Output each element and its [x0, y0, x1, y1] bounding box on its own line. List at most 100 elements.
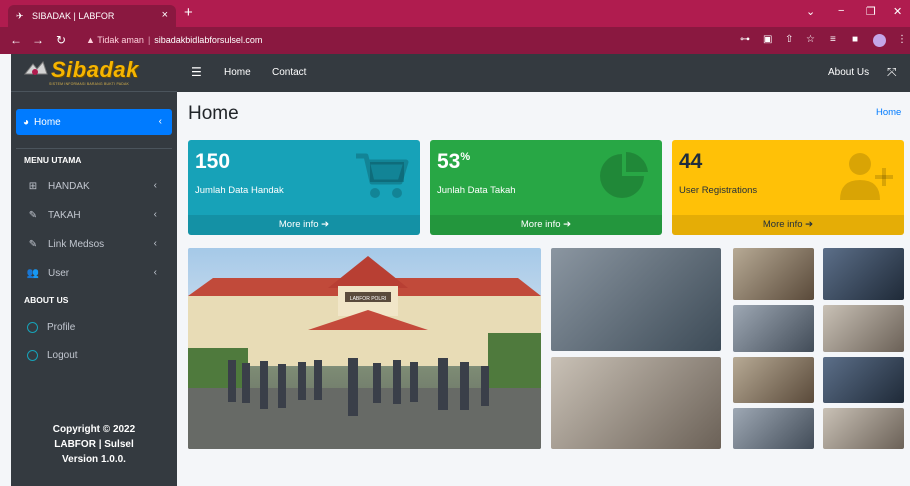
sidebar-item-profile[interactable]: Profile — [25, 317, 171, 337]
more-info-link[interactable]: More info ➔ — [430, 215, 662, 235]
section-header-main: MENU UTAMA — [24, 155, 82, 165]
chevron-left-icon: ‹ — [153, 180, 157, 191]
url-text: sibadakbidlabforsulsel.com — [154, 35, 263, 45]
sidebar-item-label: Link Medsos — [48, 238, 105, 250]
arrow-circle-right-icon: ➔ — [805, 219, 814, 230]
stat-value: 53% — [437, 150, 471, 173]
sidebar-footer: Copyright © 2022 LABFOR | Sulsel Version… — [11, 422, 177, 467]
back-icon[interactable]: ← — [10, 33, 22, 47]
page-title: Home — [188, 103, 239, 124]
edit-icon: ✎ — [28, 209, 38, 221]
sidebar-item-label: TAKAH — [48, 209, 81, 221]
gallery-photo-7 — [733, 357, 814, 403]
gallery-photo-9 — [733, 408, 814, 449]
dashboard-icon: ◕ — [23, 116, 30, 128]
top-navbar: ☰ Home Contact About Us ⤧ — [177, 54, 910, 92]
gallery-photo-3 — [733, 248, 814, 300]
chevron-left-icon: ‹ — [158, 116, 162, 127]
hamburger-menu-icon[interactable]: ☰ — [191, 65, 202, 79]
org-text: LABFOR | Sulsel — [54, 439, 134, 450]
user-plus-icon — [840, 153, 893, 200]
sidebar-item-label: Profile — [47, 321, 76, 333]
version-text: Version 1.0.0. — [62, 454, 126, 465]
new-tab-icon[interactable]: + — [184, 4, 193, 21]
key-icon[interactable]: ⊶ — [740, 34, 750, 45]
stat-value: 44 — [679, 150, 703, 173]
sidebar-item-label: Home — [34, 116, 61, 128]
sidebar-item-user[interactable]: 👥 User ‹ — [25, 263, 171, 283]
sidebar: Sibadak SISTEM INFORMASI BARANG BUKTI PA… — [11, 54, 177, 486]
browser-menu-icon[interactable]: ⋮ — [897, 34, 907, 45]
stat-box-handak: 150 Jumlah Data Handak More info ➔ — [188, 140, 420, 235]
section-header-about: ABOUT US — [24, 295, 69, 305]
favicon-icon: ✈ — [16, 11, 24, 21]
pie-chart-icon — [600, 151, 648, 198]
edit-icon: ✎ — [28, 238, 38, 250]
table-icon: ⊞ — [28, 180, 38, 192]
url-warning: Tidak aman — [97, 35, 144, 45]
sidebar-item-handak[interactable]: ⊞ HANDAK ‹ — [25, 176, 171, 196]
nav-link-about[interactable]: About Us — [828, 67, 869, 78]
circle-icon — [27, 349, 38, 361]
translate-icon[interactable]: ▣ — [763, 34, 772, 45]
stat-label: User Registrations — [679, 185, 758, 196]
browser-tab[interactable]: ✈ SIBADAK | LABFOR × — [8, 5, 176, 27]
reading-list-icon[interactable]: ≡ — [830, 34, 836, 45]
stat-box-users: 44 User Registrations More info ➔ — [672, 140, 904, 235]
brand-subtitle: SISTEM INFORMASI BARANG BUKTI PADAK — [49, 82, 130, 86]
circle-icon — [27, 321, 38, 333]
more-info-link[interactable]: More info ➔ — [672, 215, 904, 235]
fullscreen-icon[interactable]: ⤧ — [887, 65, 897, 80]
reload-icon[interactable]: ↻ — [56, 33, 66, 47]
nav-link-contact[interactable]: Contact — [272, 67, 306, 78]
gallery-photo-10 — [823, 408, 904, 449]
cart-icon — [356, 153, 409, 198]
brand[interactable]: Sibadak SISTEM INFORMASI BARANG BUKTI PA… — [11, 54, 177, 92]
tab-search-icon[interactable]: ⌄ — [806, 5, 815, 18]
browser-tab-bar: ✈ SIBADAK | LABFOR × + ⌄ − ❐ ✕ — [0, 0, 910, 27]
minimize-icon[interactable]: − — [838, 5, 844, 17]
forward-icon[interactable]: → — [32, 33, 44, 47]
users-icon: 👥 — [26, 267, 40, 279]
warning-icon: ▲ — [86, 35, 98, 45]
sidebar-item-label: HANDAK — [48, 180, 90, 192]
sidebar-divider — [16, 148, 172, 149]
tab-close-icon[interactable]: × — [162, 9, 168, 21]
brand-name: Sibadak — [51, 57, 139, 82]
nav-link-home[interactable]: Home — [224, 67, 251, 78]
restore-icon[interactable]: ❐ — [866, 5, 876, 18]
address-bar: ← → ↻ ▲ Tidak aman | sibadakbidlabforsulse… — [0, 27, 910, 54]
sidebar-item-takah[interactable]: ✎ TAKAH ‹ — [25, 205, 171, 225]
arrow-circle-right-icon: ➔ — [563, 219, 572, 230]
sidepanel-icon[interactable]: ■ — [852, 34, 858, 45]
gallery-photo-lab-2 — [551, 357, 721, 449]
sidebar-item-link-medsos[interactable]: ✎ Link Medsos ‹ — [25, 234, 171, 254]
sidebar-item-logout[interactable]: Logout — [25, 345, 171, 365]
chevron-left-icon: ‹ — [153, 209, 157, 220]
bookmark-star-icon[interactable]: ☆ — [806, 34, 815, 45]
gallery-photo-5 — [733, 305, 814, 352]
sidebar-item-home[interactable]: ◕ Home ‹ — [16, 109, 172, 135]
profile-avatar-icon[interactable] — [873, 34, 886, 47]
sidebar-item-label: Logout — [47, 349, 78, 361]
copyright-text: Copyright © 2022 — [52, 424, 136, 435]
sidebar-item-label: User — [48, 267, 70, 279]
window-close-icon[interactable]: ✕ — [893, 5, 902, 18]
more-info-link[interactable]: More info ➔ — [188, 215, 420, 235]
share-icon[interactable]: ⇧ — [785, 34, 793, 45]
building-photo-image: LABFOR POLRI — [188, 256, 541, 449]
stat-label: Junlah Data Takah — [437, 185, 516, 196]
arrow-circle-right-icon: ➔ — [321, 219, 330, 230]
gallery-photo-4 — [823, 248, 904, 300]
gallery-main-photo: LABFOR POLRI — [188, 248, 541, 449]
gallery-photo-6 — [823, 305, 904, 352]
stat-value: 150 — [195, 150, 231, 173]
building-sign: LABFOR POLRI — [350, 296, 386, 302]
gallery-photo-lab-1 — [551, 248, 721, 351]
chevron-left-icon: ‹ — [153, 267, 157, 278]
brand-logo-icon — [23, 61, 48, 75]
chevron-left-icon: ‹ — [153, 238, 157, 249]
gallery-photo-8 — [823, 357, 904, 403]
breadcrumb[interactable]: Home — [876, 107, 901, 118]
url-field[interactable]: ▲ Tidak aman | sibadakbidlabforsulsel.com — [86, 35, 262, 45]
